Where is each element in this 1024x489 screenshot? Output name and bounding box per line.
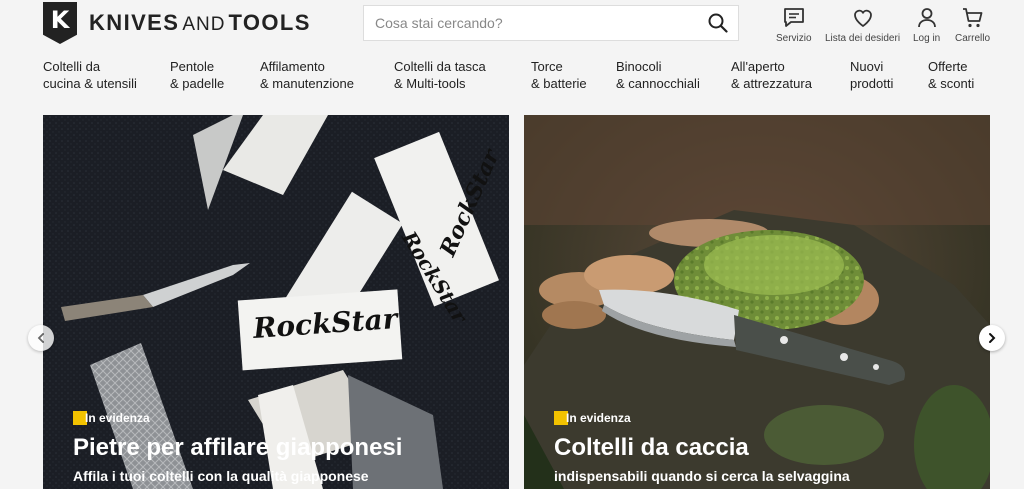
brand-name-part1: KNIVES [89, 10, 180, 35]
user-icon [917, 8, 936, 28]
nav-line2: & Multi-tools [394, 76, 466, 91]
wishlist-link[interactable]: Lista dei desideri [825, 6, 900, 44]
site-header: K KNIVESANDTOOLS Servizio Lista dei desi… [0, 0, 1024, 52]
nav-line2: cucina & utensili [43, 76, 137, 91]
chat-icon [783, 8, 804, 27]
wishlist-label: Lista dei desideri [825, 33, 901, 44]
nav-line1: Affilamento [260, 59, 325, 74]
nav-line2: & padelle [170, 76, 225, 91]
brand-name-part3: TOOLS [228, 10, 311, 35]
search-icon[interactable] [698, 6, 738, 40]
logo-badge: K [43, 2, 77, 44]
nav-kitchen-knives[interactable]: Coltelli da cucina & utensili [43, 58, 137, 92]
cart-label: Carrello [955, 33, 991, 44]
nav-pocket-knives[interactable]: Coltelli da tasca & Multi-tools [394, 58, 486, 92]
nav-line2: & attrezzatura [731, 76, 812, 91]
nav-line2: & sconti [928, 76, 975, 91]
nav-outdoor[interactable]: All'aperto & attrezzatura [731, 58, 812, 92]
heart-icon [853, 9, 872, 27]
carousel-prev-button[interactable] [28, 325, 54, 351]
banner-title: Pietre per affilare giapponesi [73, 434, 403, 461]
nav-line1: Coltelli da tasca [394, 59, 486, 74]
brand-name: KNIVES AND TOOLS [89, 10, 311, 36]
brand-name-part2: AND [182, 14, 226, 35]
banner-subtitle: indispensabili quando si cerca la selvag… [554, 468, 850, 484]
carousel-next-button[interactable] [979, 325, 1005, 351]
nav-line1: Pentole [170, 59, 215, 74]
login-label: Log in [913, 33, 941, 44]
cart-icon [962, 8, 982, 28]
nav-line2: & cannocchiali [616, 76, 700, 91]
nav-offers[interactable]: Offerte & sconti [928, 58, 974, 92]
tag-label: In evidenza [566, 411, 631, 425]
brand-logo[interactable]: K KNIVES AND TOOLS [43, 2, 311, 44]
logo-badge-letter: K [50, 6, 70, 34]
login-link[interactable]: Log in [913, 6, 940, 44]
banner-hunting-knives[interactable]: In evidenza Coltelli da caccia indispens… [524, 115, 990, 489]
nav-line1: Nuovi [850, 59, 884, 74]
banner-sharpening-stones[interactable]: RockStar RockStar RockStar In evidenza P… [43, 115, 509, 489]
nav-line2: & batterie [531, 76, 587, 91]
nav-line2: & manutenzione [260, 76, 354, 91]
search-bar [363, 5, 739, 41]
featured-tag: In evidenza [73, 411, 152, 425]
chevron-right-icon [989, 333, 996, 343]
chevron-left-icon [37, 333, 44, 343]
nav-line1: Torce [531, 59, 563, 74]
nav-line2: prodotti [850, 76, 894, 91]
nav-binoculars[interactable]: Binocoli & cannocchiali [616, 58, 700, 92]
banner-image-hunting-knife [524, 115, 990, 489]
nav-cookware[interactable]: Pentole & padelle [170, 58, 224, 92]
nav-line1: All'aperto [731, 59, 785, 74]
service-label: Servizio [776, 33, 812, 44]
nav-flashlights[interactable]: Torce & batterie [531, 58, 587, 92]
nav-line1: Coltelli da [43, 59, 101, 74]
tag-label: In evidenza [85, 411, 150, 425]
cart-link[interactable]: Carrello [955, 6, 990, 44]
nav-line1: Binocoli [616, 59, 662, 74]
featured-tag: In evidenza [554, 411, 633, 425]
banner-title: Coltelli da caccia [554, 434, 749, 461]
banner-subtitle: Affila i tuoi coltelli con la qualità gi… [73, 468, 369, 484]
nav-line1: Offerte [928, 59, 968, 74]
nav-new-products[interactable]: Nuovi prodotti [850, 58, 893, 92]
main-navigation: Coltelli da cucina & utensili Pentole & pa… [0, 58, 1024, 98]
search-input[interactable] [364, 6, 698, 40]
service-link[interactable]: Servizio [776, 6, 812, 44]
nav-sharpening[interactable]: Affilamento & manutenzione [260, 58, 354, 92]
